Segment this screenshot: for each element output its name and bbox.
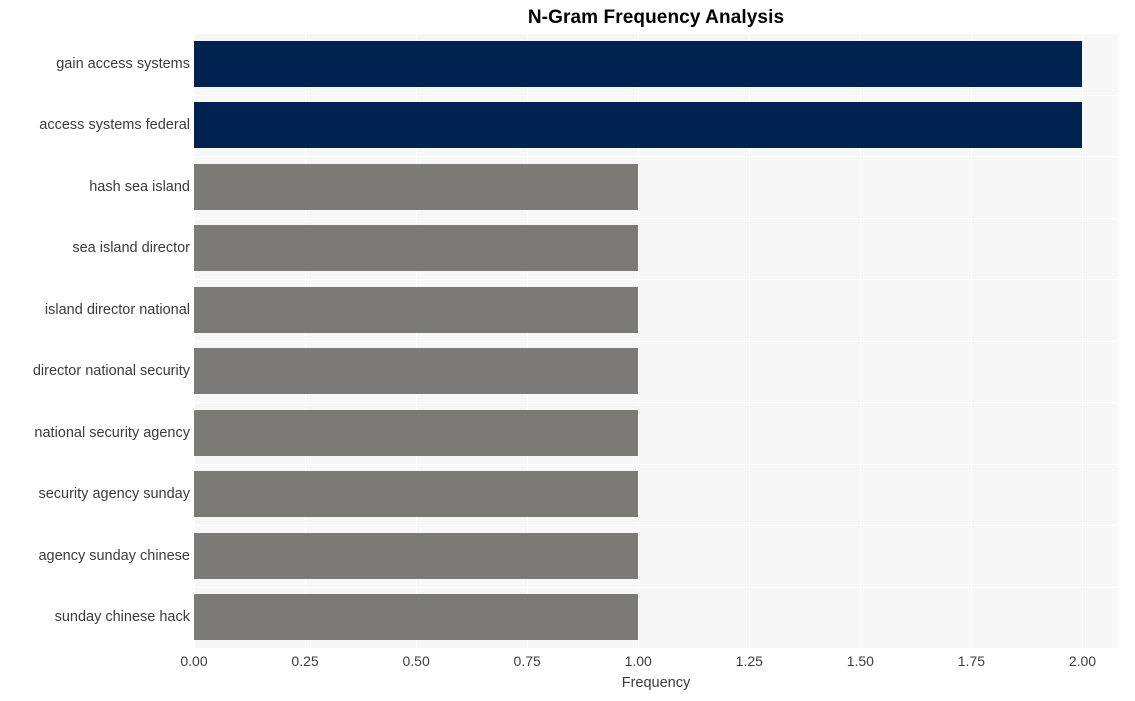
x-axis-tick-label: 1.75	[957, 653, 986, 669]
plot-area	[194, 33, 1118, 648]
chart-figure: N-Gram Frequency Analysis gain access sy…	[0, 0, 1135, 701]
y-axis-tick-label: security agency sunday	[38, 486, 190, 503]
y-axis-tick-label: national security agency	[34, 424, 190, 441]
y-axis-tick-label: hash sea island	[89, 178, 190, 195]
x-axis-tick-label: 1.50	[846, 653, 874, 669]
y-axis-tick-label: sunday chinese hack	[54, 609, 190, 626]
x-axis-tick-label: 0.25	[291, 653, 319, 669]
gridline-horizontal-1	[194, 94, 1118, 96]
y-axis-tick-label: access systems federal	[39, 117, 190, 134]
gridline-horizontal-6	[194, 402, 1118, 403]
bar	[194, 409, 639, 456]
gridline-horizontal-5	[194, 340, 1118, 342]
bar	[194, 102, 1083, 149]
chart-title: N-Gram Frequency Analysis	[527, 7, 785, 28]
y-axis-tick-label: agency sunday chinese	[38, 547, 190, 564]
gridline-horizontal-2	[194, 156, 1118, 157]
bar	[194, 163, 639, 210]
x-axis-tick-label: 0.50	[402, 653, 430, 669]
y-axis-tick-label: director national security	[32, 363, 190, 380]
x-axis-title: Frequency	[621, 675, 691, 691]
bar	[194, 225, 639, 272]
x-axis-tick-label: 1.00	[624, 653, 652, 669]
gridline-horizontal-4	[194, 279, 1118, 280]
x-axis-tick-label: 0.00	[180, 653, 208, 669]
bar	[194, 40, 1083, 87]
bar	[194, 348, 639, 395]
bar	[194, 286, 639, 333]
gridline-horizontal-3	[194, 217, 1118, 219]
gridline-horizontal-8	[194, 525, 1118, 526]
x-axis-tick-label: 2.00	[1068, 653, 1097, 669]
x-axis-tick-label: 0.75	[513, 653, 541, 669]
y-axis-tick-label: sea island director	[72, 240, 190, 257]
bar	[194, 471, 639, 518]
bar	[194, 532, 639, 579]
y-axis-tick-label: gain access systems	[56, 55, 190, 72]
x-axis-tick-label: 1.25	[735, 653, 763, 669]
bar	[194, 594, 639, 641]
gridline-horizontal-7	[194, 463, 1118, 465]
y-axis-tick-label: island director national	[44, 301, 190, 318]
gridline-horizontal-9	[194, 586, 1118, 588]
gridline-horizontal-0	[194, 33, 1118, 34]
